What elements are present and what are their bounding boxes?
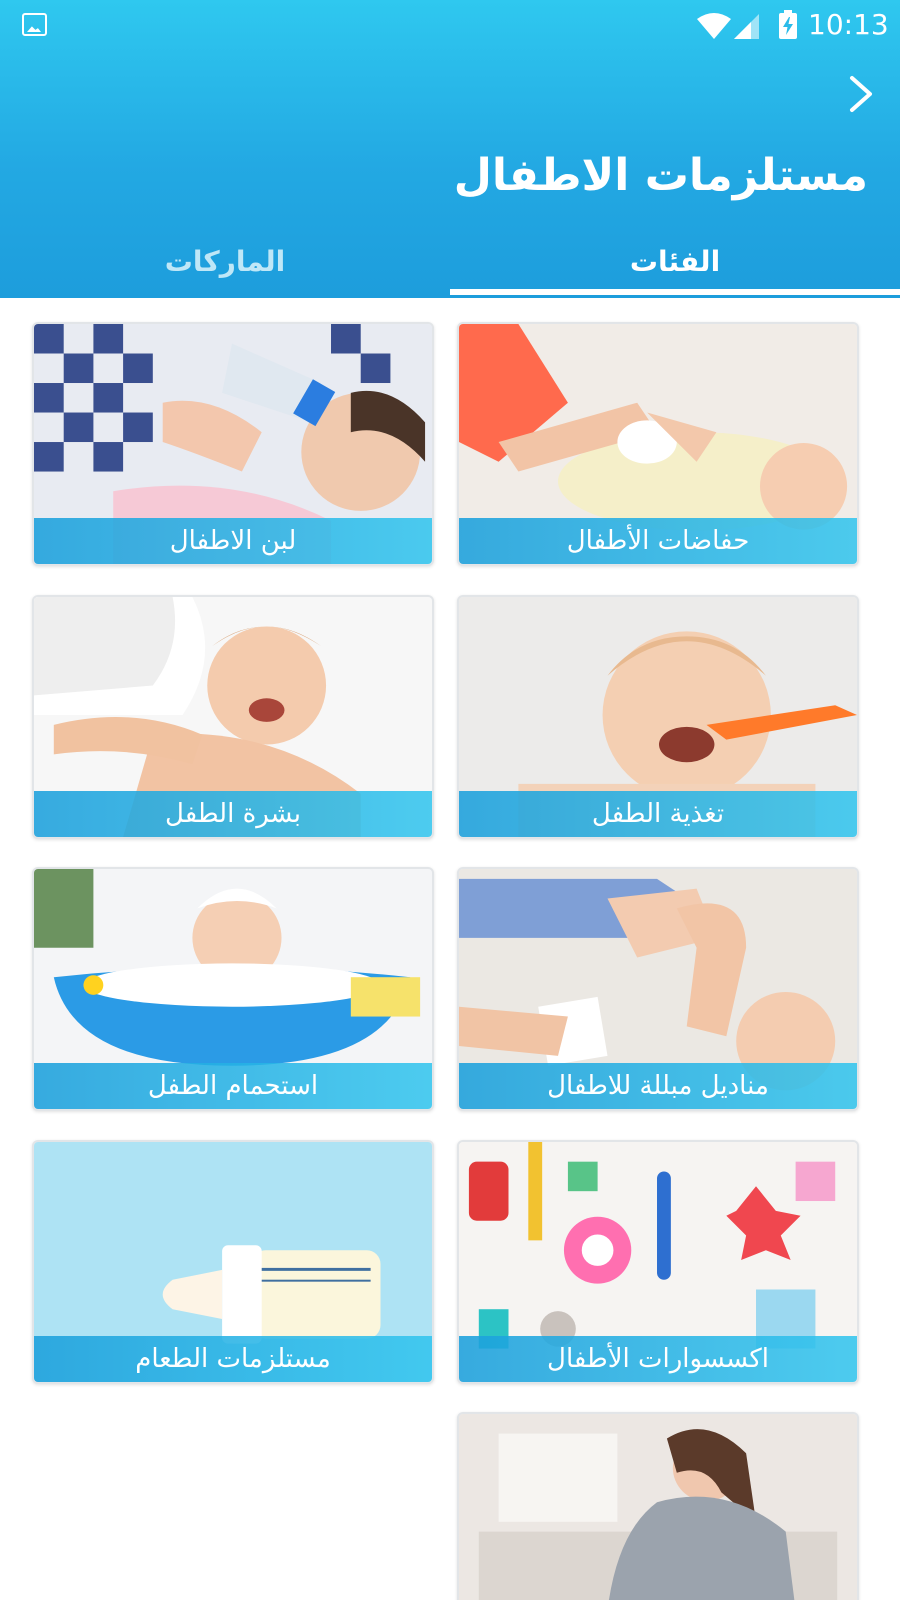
- wifi-icon: [697, 13, 731, 39]
- app-header: 10:13 مستلزمات الاطفال الفئات الماركات: [0, 0, 900, 298]
- category-card-baby-skin[interactable]: بشرة الطفل: [32, 595, 434, 839]
- category-card-maternity[interactable]: [457, 1412, 859, 1600]
- category-label: حفاضات الأطفال: [459, 518, 857, 564]
- category-card-baby-milk[interactable]: لبن الاطفال: [32, 322, 434, 566]
- category-label: تغذية الطفل: [459, 791, 857, 837]
- signal-icon: [734, 14, 759, 39]
- status-bar: 10:13: [0, 0, 900, 50]
- category-label: اكسسوارات الأطفال: [459, 1336, 857, 1382]
- category-label: استحمام الطفل: [34, 1063, 432, 1109]
- tab-brands[interactable]: الماركات: [0, 232, 450, 292]
- category-card-wet-wipes[interactable]: مناديل مبللة للاطفال: [457, 867, 859, 1111]
- category-card-accessories[interactable]: اكسسوارات الأطفال: [457, 1140, 859, 1384]
- status-time: 10:13: [808, 8, 889, 41]
- category-label: مستلزمات الطعام: [34, 1336, 432, 1382]
- image-notification-icon: [22, 13, 47, 36]
- category-card-baby-bath[interactable]: استحمام الطفل: [32, 867, 434, 1111]
- category-card-baby-food[interactable]: تغذية الطفل: [457, 595, 859, 839]
- page-title: مستلزمات الاطفال: [453, 150, 868, 201]
- pregnant-woman-photo: [459, 1414, 857, 1600]
- back-chevron-icon[interactable]: [840, 72, 884, 116]
- category-label: لبن الاطفال: [34, 518, 432, 564]
- category-label: بشرة الطفل: [34, 791, 432, 837]
- categories-grid: حفاضات الأطفال لبن الاطفال تغذية الطفل ب…: [0, 298, 900, 1600]
- battery-charging-icon: [779, 10, 797, 39]
- category-label: مناديل مبللة للاطفال: [459, 1063, 857, 1109]
- category-card-diapers[interactable]: حفاضات الأطفال: [457, 322, 859, 566]
- tab-selected-indicator: [450, 289, 900, 295]
- category-card-feeding-supplies[interactable]: مستلزمات الطعام: [32, 1140, 434, 1384]
- tab-categories[interactable]: الفئات: [450, 232, 900, 292]
- app-screen: 10:13 مستلزمات الاطفال الفئات الماركات ح…: [0, 0, 900, 1600]
